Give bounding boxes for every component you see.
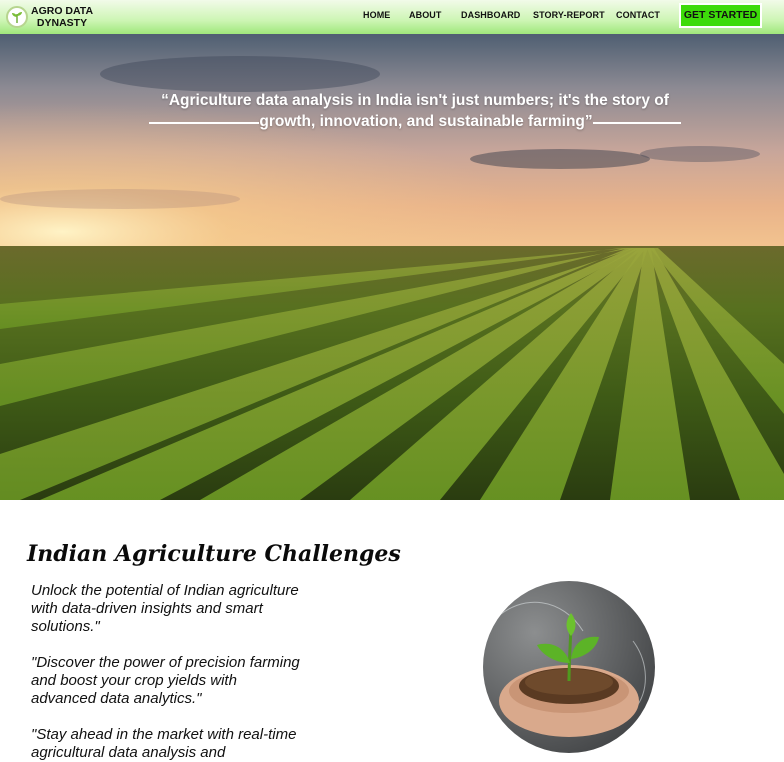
leaf-logo-icon[interactable] (6, 6, 28, 28)
nav-about[interactable]: ABOUT (409, 10, 442, 20)
brand-line-1: AGRO DATA (31, 5, 94, 17)
quote-underline-right (592, 122, 681, 124)
nav-contact[interactable]: CONTACT (616, 10, 660, 20)
market-paragraph: "Stay ahead in the market with real-time… (31, 726, 297, 761)
nav-home[interactable]: HOME (363, 10, 390, 20)
brand-name[interactable]: AGRO DATA DYNASTY (31, 5, 93, 29)
hero-quote: “Agriculture data analysis in India isn'… (90, 90, 740, 132)
hero-banner: “Agriculture data analysis in India isn'… (0, 34, 784, 500)
get-started-button[interactable]: GET STARTED (679, 3, 762, 28)
hero-quote-line-1: “Agriculture data analysis in India isn'… (161, 92, 669, 109)
precision-paragraph: "Discover the power of precision farming… (31, 654, 300, 707)
section-title: Indian Agriculture Challenges (27, 541, 401, 567)
brand-line-2: DYNASTY (36, 17, 88, 29)
quote-underline-left (149, 122, 260, 124)
nav-dashboard[interactable]: DASHBOARD (461, 10, 520, 20)
nav-story-report[interactable]: STORY-REPORT (533, 10, 605, 20)
plant-in-hands-image (483, 581, 655, 753)
top-navbar: AGRO DATA DYNASTY HOME ABOUT DASHBOARD S… (0, 0, 784, 34)
hero-quote-line-2: growth, innovation, and sustainable farm… (259, 113, 593, 130)
hero-quote-line-2-wrap: growth, innovation, and sustainable farm… (90, 111, 740, 132)
intro-paragraph: Unlock the potential of Indian agricultu… (31, 582, 299, 635)
